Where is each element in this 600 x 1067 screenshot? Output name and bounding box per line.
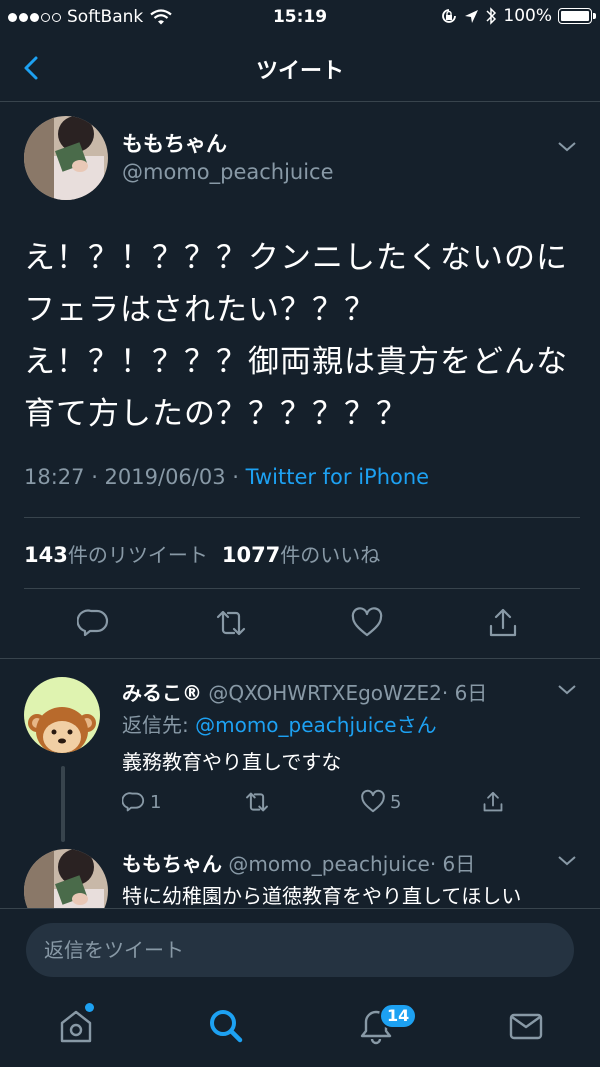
retweet-icon[interactable]: [214, 606, 248, 640]
retweet-count: 143: [24, 543, 68, 567]
reply-author-handle[interactable]: @QXOHWRTXEgoWZE2: [208, 681, 442, 705]
reply-retweet-button[interactable]: [244, 789, 270, 815]
reply-like-button[interactable]: 5: [360, 789, 401, 815]
search-icon[interactable]: [206, 1006, 246, 1046]
retweet-icon: [246, 792, 268, 812]
heart-icon[interactable]: [350, 606, 384, 640]
reply2-author-name[interactable]: ももちゃん: [122, 852, 222, 876]
retweet-stat[interactable]: 143件のリツイート: [24, 539, 208, 568]
reply-share-button[interactable]: [481, 789, 505, 815]
chevron-down-icon[interactable]: [556, 854, 578, 868]
divider: [24, 588, 580, 589]
chevron-down-icon[interactable]: [556, 140, 578, 154]
battery-icon: [558, 8, 596, 24]
reply-author-name[interactable]: みるこ®: [122, 681, 202, 705]
thread-line: [61, 766, 65, 842]
tweet-timestamp: 18:27 · 2019/06/03 ·: [24, 465, 246, 489]
like-label: 件のいいね: [280, 543, 381, 567]
like-count: 1077: [221, 543, 281, 567]
share-icon: [483, 791, 503, 812]
reply2-text: 特に幼稚園から道徳教育をやり直してほしい: [122, 884, 522, 908]
like-stat[interactable]: 1077件のいいね: [222, 539, 380, 568]
reply2-author-handle[interactable]: @momo_peachjuice: [228, 852, 429, 876]
reply-to-handle[interactable]: @momo_peachjuice: [195, 713, 396, 737]
reply-to-suffix: さん: [396, 713, 437, 737]
battery-percent: 100%: [503, 6, 552, 26]
author-name[interactable]: ももちゃん: [122, 128, 227, 158]
reply-like-count: 5: [390, 791, 402, 813]
rotation-lock-icon: [442, 9, 457, 23]
home-unread-dot: [85, 1003, 94, 1012]
chevron-down-icon[interactable]: [556, 683, 578, 697]
reply-to-line: 返信先: @momo_peachjuiceさん: [122, 709, 437, 738]
nav-header: ツイート: [0, 36, 600, 102]
reply2-header: ももちゃん @momo_peachjuice· 6日: [122, 848, 475, 877]
reply-reply-count: 1: [150, 791, 162, 813]
status-right: 100%: [440, 6, 596, 26]
author-handle[interactable]: @momo_peachjuice: [122, 160, 334, 184]
author-avatar[interactable]: [24, 116, 108, 200]
home-icon[interactable]: [56, 1006, 96, 1046]
reply-header: みるこ® @QXOHWRTXEgoWZE2· 6日: [122, 677, 487, 706]
divider: [0, 658, 600, 659]
retweet-label: 件のリツイート: [67, 543, 208, 567]
reply-icon[interactable]: [77, 606, 111, 640]
notifications-badge: 14: [379, 1003, 418, 1029]
reply-text: 義務教育やり直しですな: [122, 750, 342, 774]
bluetooth-icon: [486, 7, 497, 25]
tweet-text: え！？！？？？クンニしたくないのにフェラはされたい？？？え！？！？？？御両親は貴…: [24, 240, 568, 432]
tweet-source[interactable]: Twitter for iPhone: [246, 465, 430, 489]
reply-icon: [122, 792, 145, 812]
tweet-stats: 143件のリツイート 1077件のいいね: [24, 539, 380, 568]
heart-icon: [361, 789, 385, 813]
status-bar: SoftBank 15:19 100%: [0, 0, 600, 36]
page-title: ツイート: [255, 59, 344, 84]
messages-envelope-icon[interactable]: [506, 1006, 546, 1046]
location-icon: [465, 9, 479, 23]
bottom-bar: [0, 908, 600, 1067]
reply2-age: · 6日: [429, 852, 476, 876]
divider: [24, 517, 580, 518]
reply-reply-button[interactable]: 1: [122, 789, 161, 815]
reply-to-prefix: 返信先:: [122, 713, 196, 737]
reply-age: · 6日: [441, 681, 488, 705]
share-icon[interactable]: [486, 606, 520, 640]
reply-compose-input[interactable]: [26, 923, 574, 977]
tweet-meta: 18:27 · 2019/06/03 · Twitter for iPhone: [24, 465, 429, 489]
reply-avatar[interactable]: [24, 677, 100, 753]
